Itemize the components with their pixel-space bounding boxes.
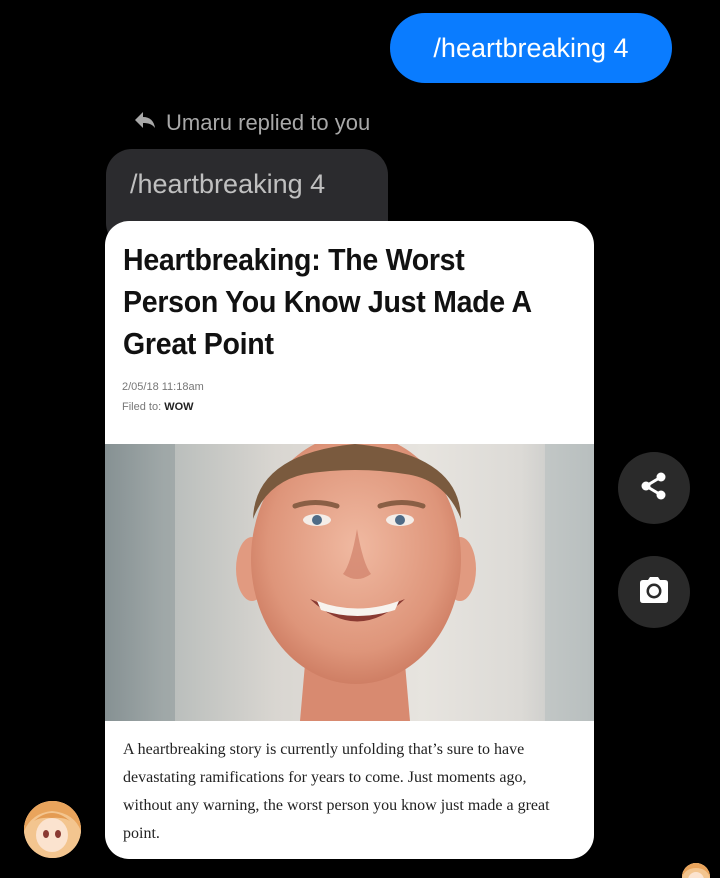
camera-button[interactable] — [618, 556, 690, 628]
sent-message-bubble[interactable]: /heartbreaking 4 — [390, 13, 672, 83]
share-icon — [638, 470, 670, 507]
read-receipt-avatar — [682, 863, 710, 878]
camera-icon — [637, 575, 671, 610]
portrait-illustration — [105, 444, 594, 721]
article-photo — [105, 444, 594, 721]
article-card[interactable]: Heartbreaking: The Worst Person You Know… — [105, 221, 594, 859]
article-body: A heartbreaking story is currently unfol… — [123, 741, 550, 842]
filed-label: Filed to: — [122, 401, 162, 413]
quoted-message-text: /heartbreaking 4 — [130, 169, 326, 199]
filed-tag[interactable]: WOW — [164, 401, 193, 413]
article-title: Heartbreaking: The Worst Person You Know… — [123, 242, 531, 361]
reply-arrow-icon — [133, 110, 157, 136]
reply-header: Umaru replied to you — [133, 108, 370, 138]
read-receipt-image — [682, 863, 710, 878]
sent-message-text: /heartbreaking 4 — [433, 32, 629, 63]
avatar[interactable] — [24, 801, 81, 858]
article-date: 2/05/18 11:18am — [122, 381, 204, 393]
share-button[interactable] — [618, 452, 690, 524]
reply-header-text: Umaru replied to you — [166, 110, 371, 135]
avatar-image — [24, 801, 81, 858]
article-filed: Filed to: WOW — [122, 401, 194, 413]
